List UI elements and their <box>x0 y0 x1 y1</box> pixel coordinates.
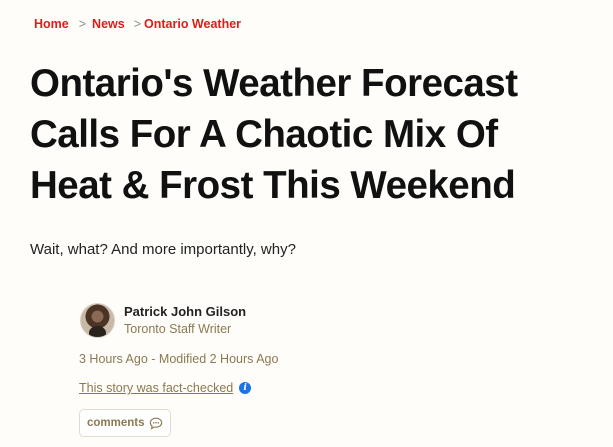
breadcrumb-ontario-weather-link[interactable]: Ontario Weather <box>144 17 241 31</box>
breadcrumb-news-link[interactable]: News <box>92 17 125 31</box>
article-dates: 3 Hours Ago - Modified 2 Hours Ago <box>79 352 278 366</box>
author-info: Patrick John Gilson Toronto Staff Writer <box>124 304 246 338</box>
breadcrumb-separator: > <box>133 17 142 31</box>
comment-bubble-icon <box>149 417 163 430</box>
article-title-line: Heat & Frost This Weekend <box>30 164 516 207</box>
modified-time: - Modified 2 Hours Ago <box>151 352 279 366</box>
published-time: 3 Hours Ago <box>79 352 148 366</box>
article-subtitle: Wait, what? And more importantly, why? <box>30 241 296 258</box>
article-title: Ontario's Weather Forecast Calls For A C… <box>30 58 605 211</box>
author-name[interactable]: Patrick John Gilson <box>124 304 246 320</box>
author-byline: Patrick John Gilson Toronto Staff Writer <box>80 303 246 338</box>
fact-check-row: This story was fact-checked i <box>79 381 252 395</box>
article-title-line: Calls For A Chaotic Mix Of <box>30 113 498 156</box>
breadcrumb-home-link[interactable]: Home <box>34 17 69 31</box>
article-title-line: Ontario's Weather Forecast <box>30 62 518 105</box>
comments-button[interactable]: comments <box>79 409 171 437</box>
breadcrumb: Home > News > Ontario Weather <box>34 17 241 31</box>
comments-label: comments <box>87 417 145 429</box>
breadcrumb-separator: > <box>78 17 87 31</box>
fact-check-link[interactable]: This story was fact-checked <box>79 381 233 395</box>
author-avatar[interactable] <box>80 303 115 338</box>
info-icon[interactable]: i <box>239 382 252 394</box>
author-role: Toronto Staff Writer <box>124 321 232 336</box>
